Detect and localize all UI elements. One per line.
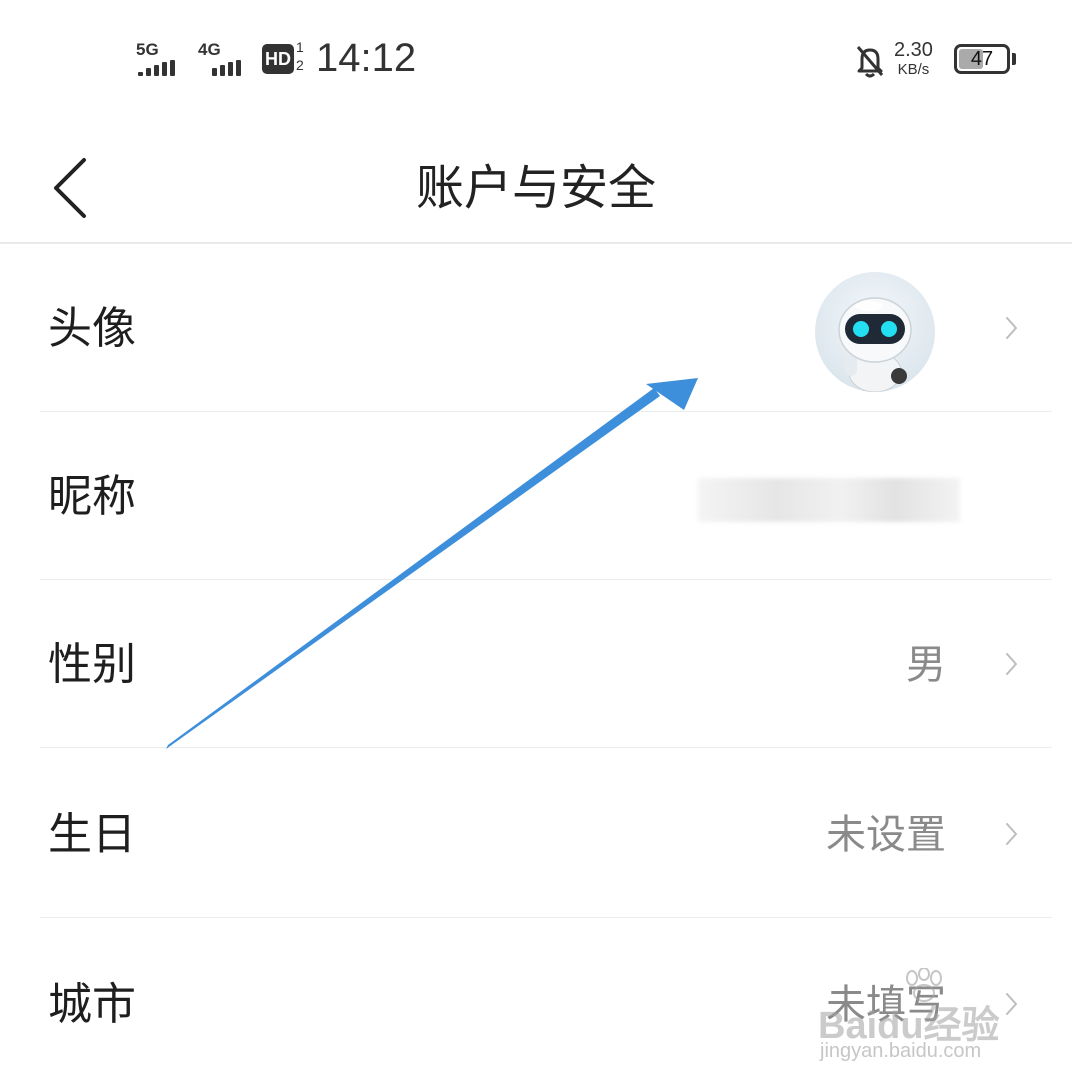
nav-bar: 账户与安全	[0, 118, 1072, 242]
row-value-gender: 男	[906, 642, 946, 688]
hd-sim-bottom: 2	[296, 57, 304, 73]
row-label-city: 城市	[48, 979, 136, 1030]
network-4g-label: 4G	[198, 40, 221, 59]
row-nickname[interactable]: 昵称	[0, 412, 1072, 580]
row-gender[interactable]: 性别 男	[0, 580, 1072, 748]
row-label-gender: 性别	[48, 639, 136, 690]
row-divider	[40, 917, 1052, 918]
battery-icon: 47	[954, 44, 1010, 74]
row-value-city: 未填写	[826, 982, 946, 1028]
robot-avatar-icon	[838, 297, 912, 392]
hd-voice-icon: HD	[262, 44, 294, 74]
signal-5g-icon	[138, 60, 175, 76]
network-speed-unit: KB/s	[897, 61, 930, 78]
hd-sim-top: 1	[296, 39, 304, 55]
signal-4g-icon	[212, 60, 241, 76]
status-bar: 5G 4G HD 1 2 14:12 2.30 KB/s 47	[0, 0, 1072, 118]
row-city[interactable]: 城市 未填写	[0, 920, 1072, 1088]
network-speed-value: 2.30	[894, 39, 933, 61]
network-speed: 2.30 KB/s	[894, 40, 933, 80]
row-label-nickname: 昵称	[48, 471, 136, 522]
nickname-value-blurred	[698, 478, 960, 522]
page-title: 账户与安全	[415, 160, 656, 216]
hd-sim-indicator: 1 2	[296, 38, 304, 74]
row-label-avatar: 头像	[48, 303, 136, 354]
clock-time: 14:12	[316, 36, 417, 80]
chevron-right-icon	[1006, 823, 1017, 845]
chevron-right-icon	[1006, 317, 1017, 339]
battery-tip	[1012, 53, 1016, 65]
row-avatar[interactable]: 头像	[0, 244, 1072, 412]
chevron-right-icon	[1006, 993, 1017, 1015]
row-birthday[interactable]: 生日 未设置	[0, 750, 1072, 918]
chevron-right-icon	[1006, 653, 1017, 675]
row-label-birthday: 生日	[48, 809, 136, 860]
avatar[interactable]	[815, 272, 935, 392]
battery-level: 47	[970, 48, 994, 70]
mute-bell-icon	[856, 46, 884, 78]
row-divider	[40, 747, 1052, 748]
row-value-birthday: 未设置	[826, 812, 946, 858]
network-5g-label: 5G	[136, 40, 159, 59]
